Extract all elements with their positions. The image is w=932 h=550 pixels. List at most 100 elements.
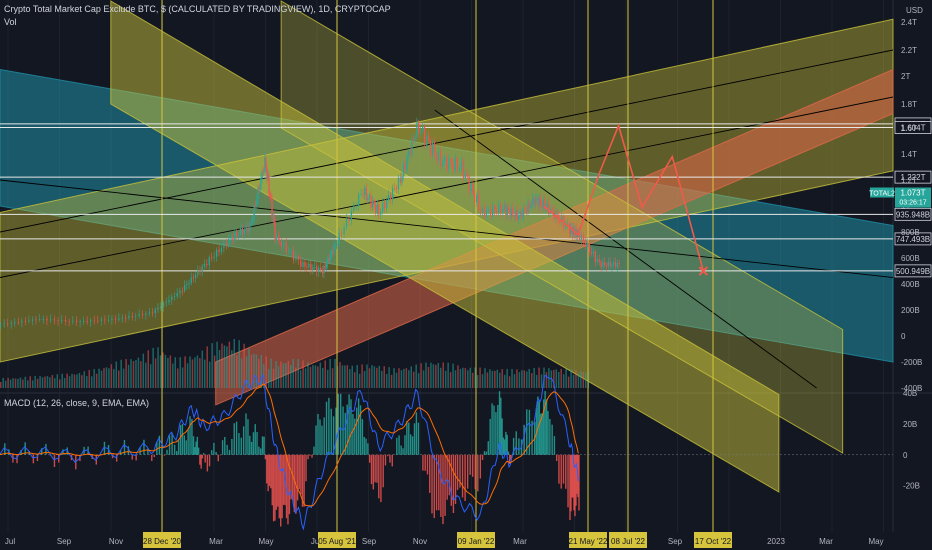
volume-bar bbox=[127, 364, 130, 388]
macd-histogram-bar bbox=[466, 454, 469, 489]
macd-histogram-bar bbox=[271, 454, 273, 506]
macd-histogram-bar bbox=[252, 432, 255, 455]
macd-histogram-bar bbox=[315, 425, 317, 455]
macd-histogram-bar bbox=[282, 454, 285, 505]
macd-histogram-bar bbox=[201, 454, 204, 459]
volume-bar bbox=[120, 359, 122, 388]
candle-body bbox=[183, 285, 186, 291]
volume-bar bbox=[371, 365, 373, 388]
volume-bar bbox=[410, 366, 413, 388]
chart-title[interactable]: Crypto Total Market Cap Exclude BTC, $ (… bbox=[4, 4, 391, 14]
candle-body bbox=[230, 237, 232, 239]
candle-body bbox=[125, 317, 127, 319]
y-tick-label: 1.4T bbox=[901, 150, 917, 159]
macd-histogram-bar bbox=[541, 413, 543, 455]
volume-bar bbox=[562, 374, 565, 388]
currency-label[interactable]: USD bbox=[906, 6, 923, 15]
macd-histogram-bar bbox=[560, 454, 562, 489]
y-tick-label: -200B bbox=[901, 358, 922, 367]
macd-histogram-bar bbox=[380, 454, 382, 503]
macd-histogram-bar bbox=[398, 435, 400, 455]
volume-bar bbox=[422, 370, 425, 388]
macd-histogram-bar bbox=[472, 454, 474, 477]
candle-body bbox=[261, 170, 263, 179]
candle-body bbox=[334, 244, 336, 246]
candle-body bbox=[584, 241, 587, 248]
candle-body bbox=[171, 296, 173, 300]
volume-bar bbox=[494, 370, 496, 388]
volume-bar bbox=[39, 376, 41, 388]
candle-body bbox=[403, 163, 405, 176]
macd-histogram-bar bbox=[370, 454, 373, 485]
candle-body bbox=[546, 202, 548, 208]
volume-bar bbox=[0, 382, 2, 388]
x-tick-label: Nov bbox=[413, 537, 427, 546]
candle-body bbox=[118, 318, 120, 320]
x-tick-label: Mar bbox=[819, 537, 833, 546]
volume-bar bbox=[66, 373, 68, 388]
macd-histogram-bar bbox=[307, 454, 309, 460]
y-tick-label: 1.6T bbox=[901, 124, 917, 133]
candle-body bbox=[274, 222, 276, 240]
candle-body bbox=[521, 211, 523, 218]
candle-body bbox=[318, 267, 320, 272]
candle-body bbox=[421, 126, 424, 131]
macd-histogram-bar bbox=[440, 454, 442, 517]
volume-bar bbox=[405, 368, 408, 388]
candle-body bbox=[618, 263, 620, 264]
candle-body bbox=[487, 209, 490, 211]
countdown-label: 03:26:17 bbox=[899, 200, 926, 207]
volume-bar bbox=[471, 372, 474, 388]
candle-body bbox=[75, 320, 78, 323]
candle-body bbox=[605, 264, 608, 267]
volume-bar bbox=[157, 347, 159, 388]
macd-histogram-bar bbox=[422, 454, 424, 471]
candle-body bbox=[208, 257, 210, 265]
volume-label[interactable]: Vol bbox=[4, 17, 17, 27]
macd-histogram-bar bbox=[354, 418, 356, 455]
volume-bar bbox=[81, 375, 83, 388]
candle-body bbox=[271, 197, 273, 218]
macd-histogram-bar bbox=[368, 454, 371, 463]
volume-bar bbox=[523, 370, 526, 388]
volume-bar bbox=[179, 357, 181, 388]
candle-body bbox=[502, 208, 504, 213]
candle-body bbox=[607, 261, 610, 267]
volume-bar bbox=[260, 354, 263, 388]
volume-bar bbox=[449, 372, 452, 388]
time-axis[interactable]: Jul Sep Nov 28 Dec '20 Mar May Jul05 Aug '21 Se… bbox=[5, 532, 884, 548]
macd-histogram-bar bbox=[408, 422, 410, 455]
x-tick-label: 17 Oct '22 bbox=[695, 537, 732, 546]
macd-histogram-bar bbox=[249, 435, 251, 455]
volume-bar bbox=[36, 378, 39, 388]
volume-bar bbox=[287, 360, 290, 388]
candle-body bbox=[386, 199, 388, 209]
volume-bar bbox=[152, 347, 154, 388]
volume-bar bbox=[511, 369, 513, 388]
candle-body bbox=[360, 193, 362, 195]
macd-histogram-bar bbox=[280, 454, 282, 527]
macd-histogram-bar bbox=[578, 454, 580, 511]
volume-bar bbox=[366, 364, 368, 388]
volume-bar bbox=[437, 363, 440, 388]
volume-bar bbox=[49, 377, 51, 388]
candle-body bbox=[234, 232, 236, 241]
volume-bar bbox=[31, 380, 34, 388]
candle-body bbox=[7, 323, 9, 325]
x-tick-label: 21 May '22 bbox=[569, 537, 608, 546]
volume-bar bbox=[349, 369, 351, 388]
volume-bar bbox=[113, 369, 115, 388]
candle-body bbox=[328, 258, 330, 261]
macd-histogram-bar bbox=[264, 454, 267, 460]
volume-bar bbox=[381, 370, 383, 388]
candle-body bbox=[387, 194, 390, 200]
y-tick-label: 2T bbox=[901, 72, 910, 81]
macd-histogram-bar bbox=[507, 451, 510, 455]
volume-bar bbox=[319, 362, 322, 388]
chart-canvas[interactable]: 1.634T1.604T1.222T935.948B747.493B500.94… bbox=[0, 0, 932, 550]
macd-label[interactable]: MACD (12, 26, close, 9, EMA, EMA) bbox=[4, 398, 149, 408]
macd-histogram-bar bbox=[515, 431, 517, 455]
volume-bar bbox=[454, 370, 457, 388]
candle-body bbox=[3, 323, 5, 325]
volume-bar bbox=[570, 369, 572, 388]
